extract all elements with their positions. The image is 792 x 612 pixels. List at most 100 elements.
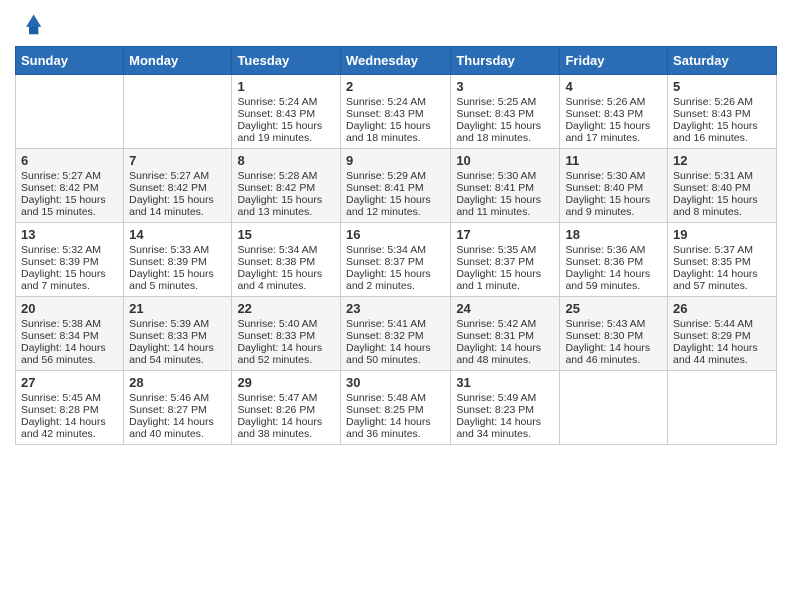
day-info: Sunrise: 5:24 AM (237, 96, 335, 108)
day-number: 17 (456, 227, 554, 242)
day-info: Daylight: 15 hours and 8 minutes. (673, 194, 771, 218)
day-number: 30 (346, 375, 445, 390)
calendar-cell: 26Sunrise: 5:44 AMSunset: 8:29 PMDayligh… (668, 297, 777, 371)
calendar-week-row: 20Sunrise: 5:38 AMSunset: 8:34 PMDayligh… (16, 297, 777, 371)
logo (15, 10, 47, 38)
day-info: Sunrise: 5:49 AM (456, 392, 554, 404)
calendar-cell: 6Sunrise: 5:27 AMSunset: 8:42 PMDaylight… (16, 149, 124, 223)
day-info: Sunset: 8:42 PM (237, 182, 335, 194)
day-number: 15 (237, 227, 335, 242)
day-info: Sunrise: 5:39 AM (129, 318, 226, 330)
day-number: 19 (673, 227, 771, 242)
day-info: Daylight: 14 hours and 34 minutes. (456, 416, 554, 440)
day-info: Sunrise: 5:36 AM (565, 244, 662, 256)
day-info: Sunrise: 5:28 AM (237, 170, 335, 182)
day-info: Daylight: 15 hours and 12 minutes. (346, 194, 445, 218)
day-info: Sunset: 8:42 PM (129, 182, 226, 194)
day-number: 10 (456, 153, 554, 168)
day-number: 5 (673, 79, 771, 94)
day-number: 14 (129, 227, 226, 242)
day-number: 18 (565, 227, 662, 242)
day-info: Sunset: 8:31 PM (456, 330, 554, 342)
day-number: 1 (237, 79, 335, 94)
day-info: Daylight: 14 hours and 50 minutes. (346, 342, 445, 366)
day-info: Daylight: 15 hours and 13 minutes. (237, 194, 335, 218)
calendar-cell: 10 Sunrise: 5:30 AMSunset: 8:41 PMDayligh… (451, 149, 560, 223)
day-info: Daylight: 15 hours and 16 minutes. (673, 120, 771, 144)
day-info: Sunset: 8:33 PM (129, 330, 226, 342)
calendar-cell: 23 Sunrise: 5:41 AMSunset: 8:32 PMDayligh… (340, 297, 450, 371)
day-info: Sunrise: 5:29 AM (346, 170, 445, 182)
calendar-header-sunday: Sunday (16, 47, 124, 75)
calendar-cell: 25Sunrise: 5:43 AMSunset: 8:30 PMDayligh… (560, 297, 668, 371)
day-info: Sunrise: 5:32 AM (21, 244, 118, 256)
calendar-header-monday: Monday (124, 47, 232, 75)
day-info: Daylight: 15 hours and 5 minutes. (129, 268, 226, 292)
day-number: 4 (565, 79, 662, 94)
day-info: Daylight: 14 hours and 38 minutes. (237, 416, 335, 440)
day-info: Sunset: 8:40 PM (565, 182, 662, 194)
day-info: Sunset: 8:43 PM (565, 108, 662, 120)
day-number: 3 (456, 79, 554, 94)
day-info: Sunrise: 5:25 AM (456, 96, 554, 108)
day-info: Daylight: 15 hours and 11 minutes. (456, 194, 554, 218)
calendar-table: SundayMondayTuesdayWednesdayThursdayFrid… (15, 46, 777, 445)
day-info: Sunset: 8:33 PM (237, 330, 335, 342)
day-number: 26 (673, 301, 771, 316)
calendar-cell: 18Sunrise: 5:36 AMSunset: 8:36 PMDayligh… (560, 223, 668, 297)
day-number: 16 (346, 227, 445, 242)
day-number: 23 (346, 301, 445, 316)
day-info: Sunrise: 5:44 AM (673, 318, 771, 330)
day-info: Sunset: 8:37 PM (456, 256, 554, 268)
day-number: 27 (21, 375, 118, 390)
page-header (15, 10, 777, 38)
calendar-cell: 31Sunrise: 5:49 AMSunset: 8:23 PMDayligh… (451, 371, 560, 445)
calendar-cell: 9Sunrise: 5:29 AMSunset: 8:41 PMDaylight… (340, 149, 450, 223)
calendar-cell: 3Sunrise: 5:25 AMSunset: 8:43 PMDaylight… (451, 75, 560, 149)
calendar-week-row: 6Sunrise: 5:27 AMSunset: 8:42 PMDaylight… (16, 149, 777, 223)
calendar-cell (16, 75, 124, 149)
day-info: Sunrise: 5:34 AM (346, 244, 445, 256)
day-info: Sunrise: 5:33 AM (129, 244, 226, 256)
calendar-cell: 7Sunrise: 5:27 AMSunset: 8:42 PMDaylight… (124, 149, 232, 223)
day-info: Daylight: 14 hours and 40 minutes. (129, 416, 226, 440)
day-info: Daylight: 14 hours and 57 minutes. (673, 268, 771, 292)
day-info: Sunset: 8:41 PM (456, 182, 554, 194)
day-info: Sunset: 8:40 PM (673, 182, 771, 194)
calendar-cell: 27Sunrise: 5:45 AMSunset: 8:28 PMDayligh… (16, 371, 124, 445)
day-info: Daylight: 15 hours and 18 minutes. (346, 120, 445, 144)
day-info: Sunset: 8:43 PM (237, 108, 335, 120)
calendar-header-thursday: Thursday (451, 47, 560, 75)
day-info: Sunrise: 5:30 AM (456, 170, 554, 182)
calendar-cell (124, 75, 232, 149)
day-info: Sunset: 8:30 PM (565, 330, 662, 342)
calendar-cell: 29Sunrise: 5:47 AMSunset: 8:26 PMDayligh… (232, 371, 341, 445)
calendar-cell: 5Sunrise: 5:26 AMSunset: 8:43 PMDaylight… (668, 75, 777, 149)
day-info: Daylight: 14 hours and 42 minutes. (21, 416, 118, 440)
day-info: Daylight: 15 hours and 9 minutes. (565, 194, 662, 218)
day-number: 24 (456, 301, 554, 316)
day-info: Sunset: 8:27 PM (129, 404, 226, 416)
day-number: 29 (237, 375, 335, 390)
day-info: Sunrise: 5:27 AM (21, 170, 118, 182)
day-info: Sunrise: 5:34 AM (237, 244, 335, 256)
day-info: Daylight: 14 hours and 56 minutes. (21, 342, 118, 366)
day-info: Daylight: 15 hours and 7 minutes. (21, 268, 118, 292)
day-number: 28 (129, 375, 226, 390)
day-info: Sunrise: 5:35 AM (456, 244, 554, 256)
day-info: Sunset: 8:28 PM (21, 404, 118, 416)
day-info: Daylight: 15 hours and 18 minutes. (456, 120, 554, 144)
day-number: 9 (346, 153, 445, 168)
calendar-cell: 20Sunrise: 5:38 AMSunset: 8:34 PMDayligh… (16, 297, 124, 371)
calendar-cell: 2Sunrise: 5:24 AMSunset: 8:43 PMDaylight… (340, 75, 450, 149)
calendar-cell: 24Sunrise: 5:42 AMSunset: 8:31 PMDayligh… (451, 297, 560, 371)
day-number: 22 (237, 301, 335, 316)
day-number: 13 (21, 227, 118, 242)
day-info: Daylight: 14 hours and 46 minutes. (565, 342, 662, 366)
day-info: Sunrise: 5:48 AM (346, 392, 445, 404)
day-info: Sunset: 8:37 PM (346, 256, 445, 268)
day-info: Sunrise: 5:41 AM (346, 318, 445, 330)
day-info: Sunset: 8:35 PM (673, 256, 771, 268)
day-info: Sunrise: 5:40 AM (237, 318, 335, 330)
day-info: Sunset: 8:32 PM (346, 330, 445, 342)
